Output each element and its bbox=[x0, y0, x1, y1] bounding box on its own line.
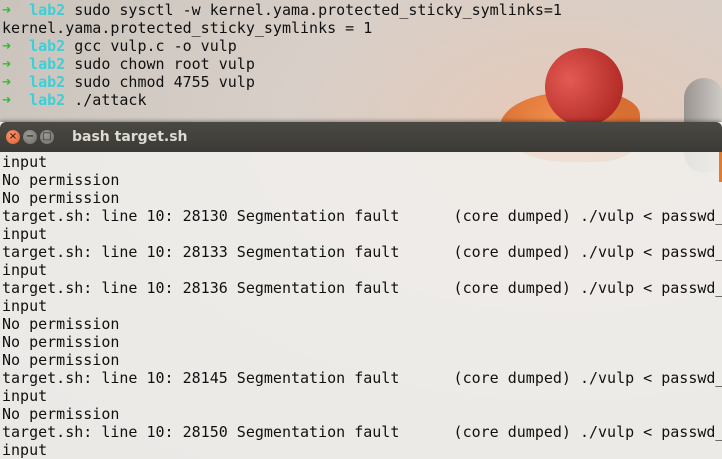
terminal-output[interactable]: input No permission No permission target… bbox=[0, 152, 722, 459]
prompt-arrow-icon: ➜ bbox=[2, 73, 12, 91]
terminal-line: No permission bbox=[2, 333, 120, 351]
terminal-line: target.sh: line 10: 28130 Segmentation f… bbox=[2, 207, 722, 225]
terminal-line: input bbox=[2, 441, 48, 459]
prompt-directory: lab2 bbox=[29, 91, 66, 109]
prompt-arrow-icon: ➜ bbox=[2, 91, 12, 109]
prompt-arrow-icon: ➜ bbox=[2, 1, 12, 19]
terminal-line: ➜ lab2 gcc vulp.c -o vulp bbox=[0, 37, 722, 55]
terminal-line: target.sh: line 10: 28136 Segmentation f… bbox=[2, 279, 722, 297]
command-text: sudo sysctl -w kernel.yama.protected_sti… bbox=[74, 1, 562, 19]
terminal-line: ➜ lab2 sudo sysctl -w kernel.yama.protec… bbox=[0, 1, 722, 19]
terminal-line: ➜ lab2 ./attack bbox=[0, 91, 722, 109]
terminal-line: No permission bbox=[2, 405, 120, 423]
prompt-directory: lab2 bbox=[29, 55, 66, 73]
prompt-arrow-icon: ➜ bbox=[2, 55, 12, 73]
maximize-icon[interactable]: □ bbox=[40, 130, 54, 144]
terminal-line: No permission bbox=[2, 351, 120, 369]
command-text: ./attack bbox=[74, 91, 147, 109]
command-text: sudo chown root vulp bbox=[74, 55, 255, 73]
window-controls: × − □ bbox=[0, 130, 54, 144]
terminal-window[interactable]: × − □ bash target.sh input No permission… bbox=[0, 122, 722, 459]
terminal-line: input bbox=[2, 387, 48, 405]
prompt-directory: lab2 bbox=[29, 37, 66, 55]
terminal-line: ➜ lab2 sudo chmod 4755 vulp bbox=[0, 73, 722, 91]
terminal-line: ➜ lab2 sudo chown root vulp bbox=[0, 55, 722, 73]
command-text: sudo chmod 4755 vulp bbox=[74, 73, 255, 91]
terminal-line: No permission bbox=[2, 189, 120, 207]
prompt-directory: lab2 bbox=[29, 73, 66, 91]
window-title: bash target.sh bbox=[72, 129, 188, 145]
terminal-line: input bbox=[2, 153, 48, 171]
output-text: kernel.yama.protected_sticky_symlinks = … bbox=[2, 19, 373, 37]
background-terminal[interactable]: ➜ lab2 sudo sysctl -w kernel.yama.protec… bbox=[0, 0, 722, 123]
terminal-line: No permission bbox=[2, 171, 120, 189]
terminal-line: kernel.yama.protected_sticky_symlinks = … bbox=[0, 19, 722, 37]
terminal-line: target.sh: line 10: 28133 Segmentation f… bbox=[2, 243, 722, 261]
command-text: gcc vulp.c -o vulp bbox=[74, 37, 237, 55]
window-titlebar[interactable]: × − □ bash target.sh bbox=[0, 122, 722, 152]
prompt-arrow-icon: ➜ bbox=[2, 37, 12, 55]
minimize-icon[interactable]: − bbox=[23, 130, 37, 144]
terminal-line: input bbox=[2, 297, 48, 315]
terminal-line: target.sh: line 10: 28150 Segmentation f… bbox=[2, 423, 722, 441]
terminal-line: input bbox=[2, 261, 48, 279]
terminal-line: target.sh: line 10: 28145 Segmentation f… bbox=[2, 369, 722, 387]
terminal-line: input bbox=[2, 225, 48, 243]
close-icon[interactable]: × bbox=[6, 130, 20, 144]
terminal-line: No permission bbox=[2, 315, 120, 333]
prompt-directory: lab2 bbox=[29, 1, 66, 19]
